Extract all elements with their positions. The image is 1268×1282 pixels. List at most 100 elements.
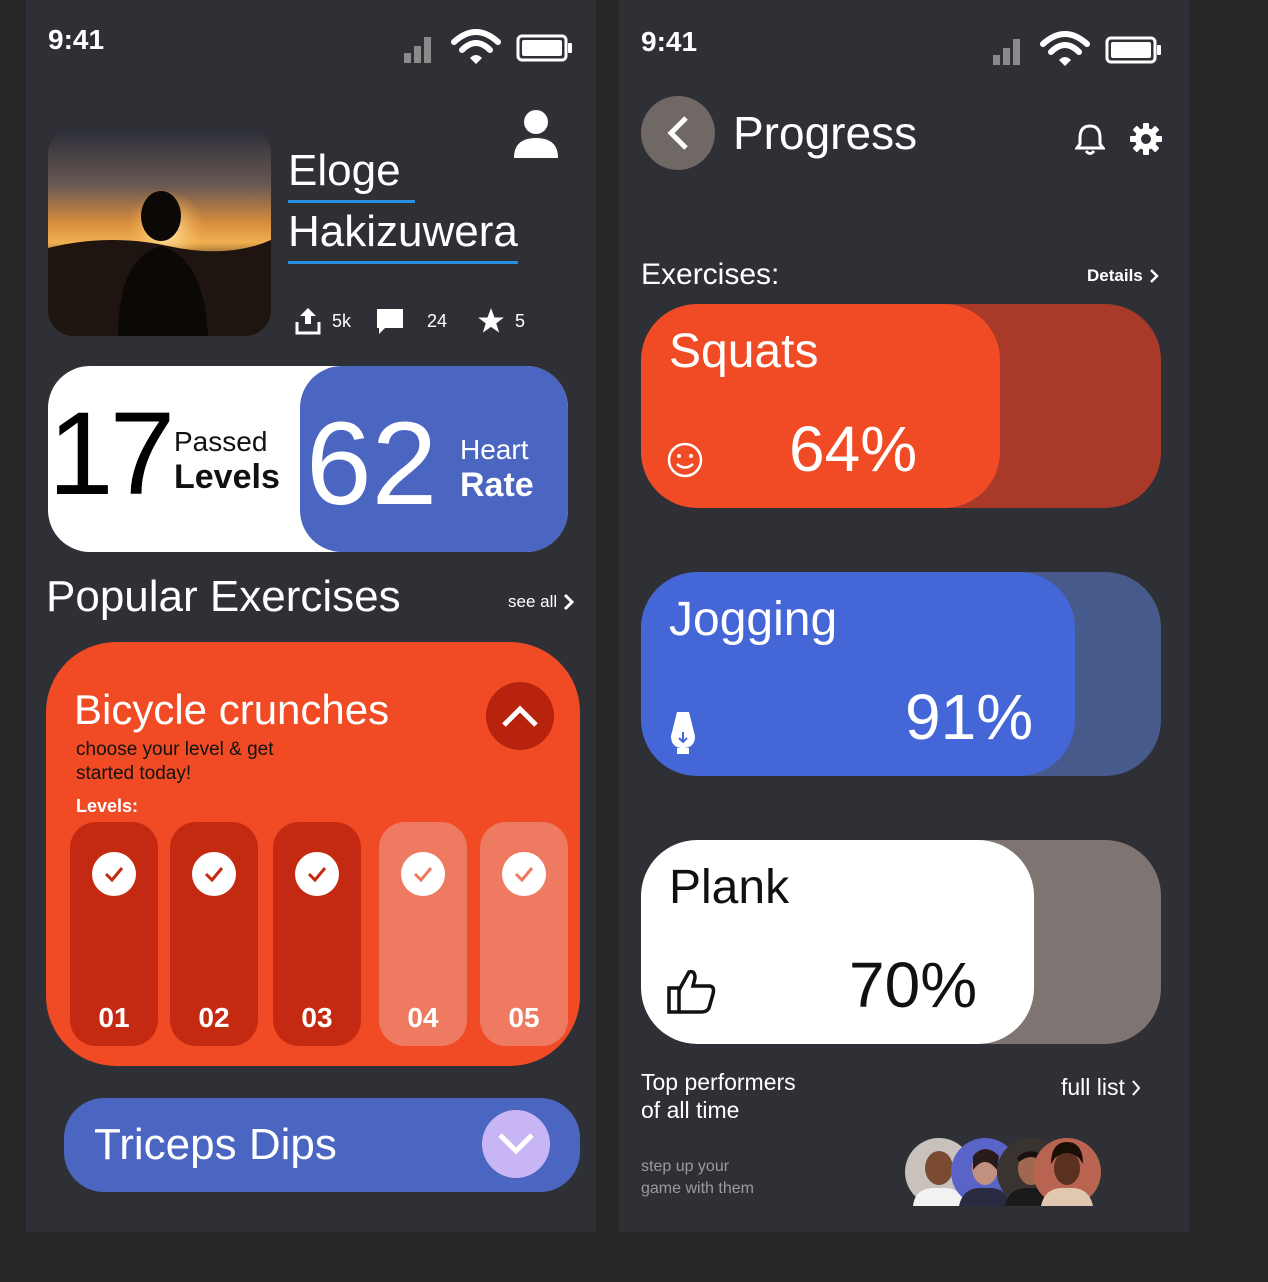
progress-percent: 64%: [789, 413, 918, 485]
status-time: 9:41: [48, 24, 105, 55]
level-number: 01: [98, 1002, 130, 1033]
checkmark-icon: [401, 852, 445, 896]
bicycle-subtitle-line1: choose your level & get: [76, 739, 274, 760]
progress-fill: Squats 64%: [641, 304, 1000, 508]
performers-sub-line1: step up your: [641, 1158, 730, 1175]
profile-name: Eloge Hakizuwera: [288, 142, 518, 264]
level-tile-2[interactable]: 02: [170, 822, 258, 1046]
chevron-right-icon: [1132, 1079, 1141, 1096]
bicycle-title: Bicycle crunches: [74, 686, 390, 733]
stars-count: 5: [515, 310, 526, 331]
level-number: 05: [508, 1002, 540, 1033]
chevron-left-icon: [667, 116, 688, 150]
first-name: Eloge: [288, 142, 415, 203]
profile-stats: 5k 24 5: [294, 306, 525, 336]
comments-count: 24: [427, 310, 448, 331]
level-number: 04: [407, 1002, 439, 1033]
status-time: 9:41: [641, 26, 698, 57]
exercise-name: Squats: [669, 325, 819, 378]
shares-count: 5k: [332, 310, 352, 331]
bicycle-crunches-card: Bicycle crunches choose your level & get…: [46, 642, 580, 1066]
exercise-name: Plank: [669, 861, 790, 914]
level-tile-1[interactable]: 01: [70, 822, 158, 1046]
wifi-icon: [1040, 31, 1090, 66]
performer-avatars[interactable]: [903, 1136, 1103, 1208]
bicycle-subtitle: choose your level & get started today!: [76, 738, 274, 786]
level-number: 03: [301, 1002, 333, 1033]
details-link[interactable]: Details: [1087, 266, 1159, 286]
bicycle-subtitle-line2: started today!: [76, 763, 192, 784]
thumbs-up-icon: [665, 966, 719, 1021]
levels-label-top: Passed: [174, 426, 268, 457]
signal-icon: [993, 39, 1020, 65]
levels-label: Passed Levels: [174, 426, 280, 497]
level-tile-3[interactable]: 03: [273, 822, 361, 1046]
progress-fill: Plank 70%: [641, 840, 1034, 1044]
heart-label: Heart Rate: [460, 434, 534, 505]
heart-number: 62: [306, 398, 438, 530]
star-icon[interactable]: [477, 307, 505, 335]
details-label: Details: [1087, 266, 1143, 285]
progress-card-plank[interactable]: Plank 70%: [641, 840, 1161, 1044]
sunset-silhouette-image: [48, 128, 271, 336]
progress-screen: 9:41 Progress Exercises: Details Squats 6…: [619, 0, 1189, 1232]
full-list-label: full list: [1061, 1074, 1125, 1100]
avatar[interactable]: [1033, 1138, 1101, 1206]
level-tile-4[interactable]: 04: [379, 822, 467, 1046]
bell-icon[interactable]: [1074, 122, 1106, 161]
profile-screen: 9:41 Eloge Hakizuwera 5k 24 5 17 Passed …: [26, 0, 596, 1232]
checkmark-icon: [295, 852, 339, 896]
expand-button[interactable]: [482, 1110, 550, 1178]
top-performers-title: Top performers of all time: [641, 1068, 796, 1124]
level-list: 01 02 03 04 05: [70, 822, 570, 1048]
levels-label: Levels:: [76, 796, 139, 816]
back-button[interactable]: [641, 96, 715, 170]
chevron-up-icon: [502, 705, 538, 727]
chevron-right-icon: [1149, 269, 1159, 283]
top-performers-line1: Top performers: [641, 1069, 796, 1095]
lightbulb-icon: [665, 708, 701, 763]
chevron-right-icon: [564, 593, 575, 611]
progress-percent: 91%: [905, 681, 1034, 753]
gear-icon[interactable]: [1129, 122, 1163, 161]
see-all-label: see all: [508, 592, 558, 611]
profile-photo[interactable]: [48, 128, 271, 336]
chevron-down-icon: [498, 1133, 534, 1155]
page-title: Progress: [733, 107, 918, 159]
status-icons: [402, 28, 574, 68]
levels-label-bottom: Levels: [174, 458, 280, 496]
progress-fill: Jogging 91%: [641, 572, 1075, 776]
progress-percent: 70%: [849, 949, 978, 1021]
user-account-icon[interactable]: [512, 108, 560, 165]
full-list-link[interactable]: full list: [1061, 1074, 1141, 1101]
smiley-icon: [665, 440, 705, 485]
triceps-dips-card[interactable]: Triceps Dips: [64, 1098, 580, 1192]
popular-exercises-title: Popular Exercises: [46, 572, 401, 621]
status-icons: [991, 30, 1163, 70]
share-icon[interactable]: [294, 306, 322, 336]
comment-icon[interactable]: [375, 306, 405, 336]
checkmark-icon: [192, 852, 236, 896]
heart-label-bottom: Rate: [460, 466, 534, 504]
performers-subtitle: step up your game with them: [641, 1156, 754, 1200]
triceps-title: Triceps Dips: [94, 1120, 337, 1169]
battery-icon: [516, 34, 572, 62]
level-tile-5[interactable]: 05: [480, 822, 568, 1046]
level-number: 02: [198, 1002, 230, 1033]
signal-icon: [404, 37, 431, 63]
collapse-button[interactable]: [486, 682, 554, 750]
wifi-icon: [451, 29, 501, 64]
metrics-card: 17 Passed Levels 62 Heart Rate: [48, 366, 568, 552]
top-performers-line2: of all time: [641, 1097, 740, 1123]
checkmark-icon: [92, 852, 136, 896]
progress-card-jogging[interactable]: Jogging 91%: [641, 572, 1161, 776]
exercises-label: Exercises:: [641, 258, 780, 291]
exercise-name: Jogging: [669, 593, 838, 646]
heart-label-top: Heart: [460, 434, 529, 465]
last-name: Hakizuwera: [288, 203, 518, 264]
checkmark-icon: [502, 852, 546, 896]
heart-rate-panel: 62 Heart Rate: [300, 366, 568, 552]
levels-number: 17: [48, 388, 175, 520]
progress-card-squats[interactable]: Squats 64%: [641, 304, 1161, 508]
see-all-link[interactable]: see all: [508, 592, 575, 612]
